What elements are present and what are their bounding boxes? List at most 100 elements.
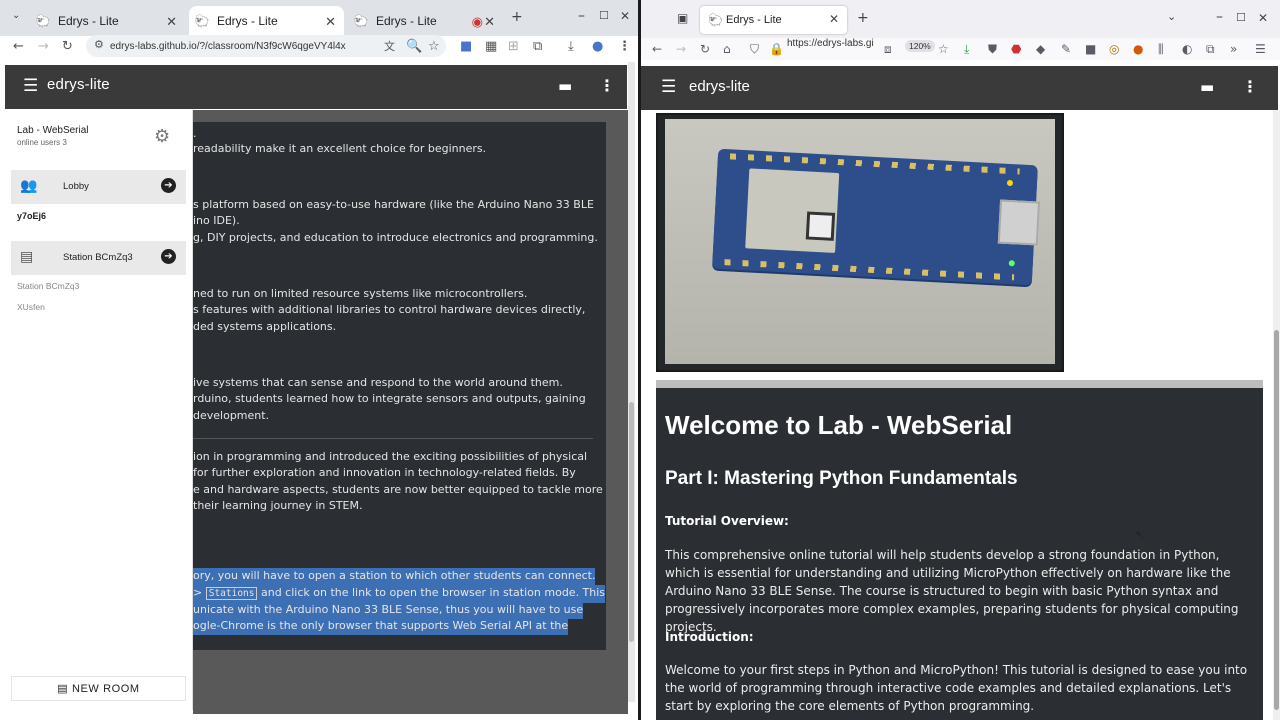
tab-3[interactable]: 🐑 Edrys - Lite ◉ ✕ [348,6,503,36]
tab-1[interactable]: 🐑 Edrys - Lite ✕ [30,6,185,36]
room-lobby[interactable]: 👥 Lobby ➔ [11,170,186,204]
selected-line: unicate with the Arduino Nano 33 BLE Sen… [193,602,584,619]
tab-search-icon[interactable]: ⌄ [12,10,20,21]
doc-line: s features with additional libraries to … [193,303,586,316]
new-tab-icon[interactable]: + [857,10,869,26]
module-header-bar [656,380,1263,388]
forward-icon[interactable]: → [38,39,49,55]
tracking-shield-icon[interactable]: ⛉ [750,41,759,57]
home-icon[interactable]: ⌂ [723,41,731,57]
list-tabs-icon[interactable]: ⌄ [1167,10,1176,23]
app-menu-icon[interactable]: ☰ [1255,41,1266,57]
module-panel[interactable]: . readability make it an excellent choic… [193,122,606,650]
extensions-puzzle-icon[interactable]: ⧉ [533,39,542,55]
extensions-puzzle-icon[interactable]: ⧉ [1206,41,1215,57]
zoom-icon[interactable]: 🔍 [406,39,422,55]
app-bar: ☰ edrys-lite ▬ ⋮ [5,65,627,109]
extension-icon[interactable]: ● [1133,41,1143,57]
bookmark-star-icon[interactable]: ☆ [938,41,949,57]
paragraph: Welcome to your first steps in Python an… [665,663,1248,713]
more-options-icon[interactable]: ⋮ [599,76,615,95]
bookmark-star-icon[interactable]: ☆ [428,39,440,55]
maximize-icon[interactable]: ☐ [599,9,609,22]
section-heading: Part I: Mastering Python Fundamentals [665,468,1018,489]
doc-line: readability make it an excellent choice … [193,142,487,155]
lock-icon[interactable]: 🔒 [769,41,784,57]
pocket-icon[interactable]: ⛊ [988,41,997,57]
room-user: y7oEj6 [17,211,47,221]
download-icon[interactable]: ⤓ [964,41,969,57]
close-window-icon[interactable]: ✕ [620,9,630,23]
camera-frame-image [665,119,1055,364]
markdown-module-panel[interactable]: Welcome to Lab - WebSerial Part I: Maste… [656,388,1263,720]
close-tab-icon[interactable]: ✕ [166,14,177,30]
chrome-menu-icon[interactable]: ⋮ [618,39,631,55]
right-scrollbar[interactable] [1273,110,1280,720]
room-user: Station BCmZq3 [17,281,80,291]
close-tab-icon[interactable]: ✕ [325,14,336,30]
reload-icon[interactable]: ↻ [62,39,73,55]
chat-icon[interactable]: ▬ [1200,78,1214,96]
site-info-icon[interactable]: ⚙ [94,38,104,51]
adblock-icon[interactable]: ⬣ [1011,41,1021,57]
close-window-icon[interactable]: ✕ [1258,11,1268,25]
edrys-favicon-icon: 🐑 [708,13,723,27]
close-tab-icon[interactable]: ✕ [829,12,839,26]
settings-gear-icon[interactable]: ⚙ [154,126,170,147]
edrys-favicon-icon: 🐑 [194,14,210,28]
app-title: edrys-lite [47,76,110,93]
forward-icon[interactable]: → [676,41,686,57]
extension-icon[interactable]: ■ [460,39,472,55]
overflow-chevron-icon[interactable]: » [1230,41,1237,57]
recording-icon: ◉ [471,14,483,29]
permissions-icon[interactable]: ⧈ [884,41,892,57]
new-tab-icon[interactable]: + [511,9,523,25]
back-icon[interactable]: ← [652,41,662,57]
back-icon[interactable]: ← [13,39,24,55]
tab-active[interactable]: 🐑 Edrys - Lite ✕ [700,6,847,34]
divider [193,438,593,439]
extension-icon[interactable]: ◎ [1109,41,1119,57]
room-label: Lobby [63,181,89,192]
chat-icon[interactable]: ▬ [558,77,572,95]
doc-line: ded systems applications. [193,320,337,333]
extension-icon[interactable]: ⊞ [508,39,519,55]
left-scrollbar[interactable] [628,62,635,702]
hamburger-menu-icon[interactable]: ☰ [661,77,676,97]
profile-avatar-icon[interactable]: ● [592,39,603,55]
firefox-view-icon[interactable]: ▣ [677,11,688,25]
download-icon[interactable]: ⤓ [568,39,574,55]
camera-stream-module[interactable] [656,113,1064,372]
arduino-board-image [712,148,1041,286]
maximize-icon[interactable]: ☐ [1236,11,1246,24]
room-label: Station BCmZq3 [63,252,133,263]
scrollbar-thumb[interactable] [629,402,634,642]
minimize-icon[interactable]: – [578,8,585,24]
new-room-button[interactable]: ▤ NEW ROOM [11,676,186,701]
doc-line: ned to run on limited resource systems l… [193,287,528,300]
edrys-favicon-icon: 🐑 [353,14,369,28]
address-bar[interactable]: https://edrys-labs.gi [787,38,874,49]
extension-icon[interactable]: ▦ [485,39,497,55]
scrollbar-thumb[interactable] [1274,330,1279,710]
room-station[interactable]: ▤ Station BCmZq3 ➔ [11,241,186,275]
extension-icon[interactable]: ✎ [1061,41,1071,57]
more-options-icon[interactable]: ⋮ [1242,77,1258,96]
close-tab-icon[interactable]: ✕ [484,14,495,30]
tab-2-active[interactable]: 🐑 Edrys - Lite ✕ [189,6,344,36]
extension-icon[interactable]: ◆ [1036,41,1045,57]
chrome-toolbar: ← → ↻ ⚙ edrys-labs.github.io/?/classroom… [0,35,638,58]
enter-room-arrow-icon[interactable]: ➔ [161,178,176,193]
doc-line: ion in programming and introduced the ex… [193,450,588,463]
zoom-level-badge[interactable]: 120% [905,40,935,52]
edrys-favicon-icon: 🐑 [35,14,51,28]
reload-icon[interactable]: ↻ [700,41,710,57]
enter-room-arrow-icon[interactable]: ➔ [161,249,176,264]
translate-icon[interactable]: 文 [384,39,395,55]
library-icon[interactable]: ⫼ [1158,41,1164,57]
extension-icon[interactable]: ■ [1085,41,1096,57]
firefox-toolbar: ← → ↻ ⌂ ⛉ 🔒 https://edrys-labs.gi ⧈ 120%… [641,38,1280,60]
hamburger-menu-icon[interactable]: ☰ [23,76,38,96]
extension-icon[interactable]: ◐ [1182,41,1192,57]
minimize-icon[interactable]: – [1216,9,1223,25]
